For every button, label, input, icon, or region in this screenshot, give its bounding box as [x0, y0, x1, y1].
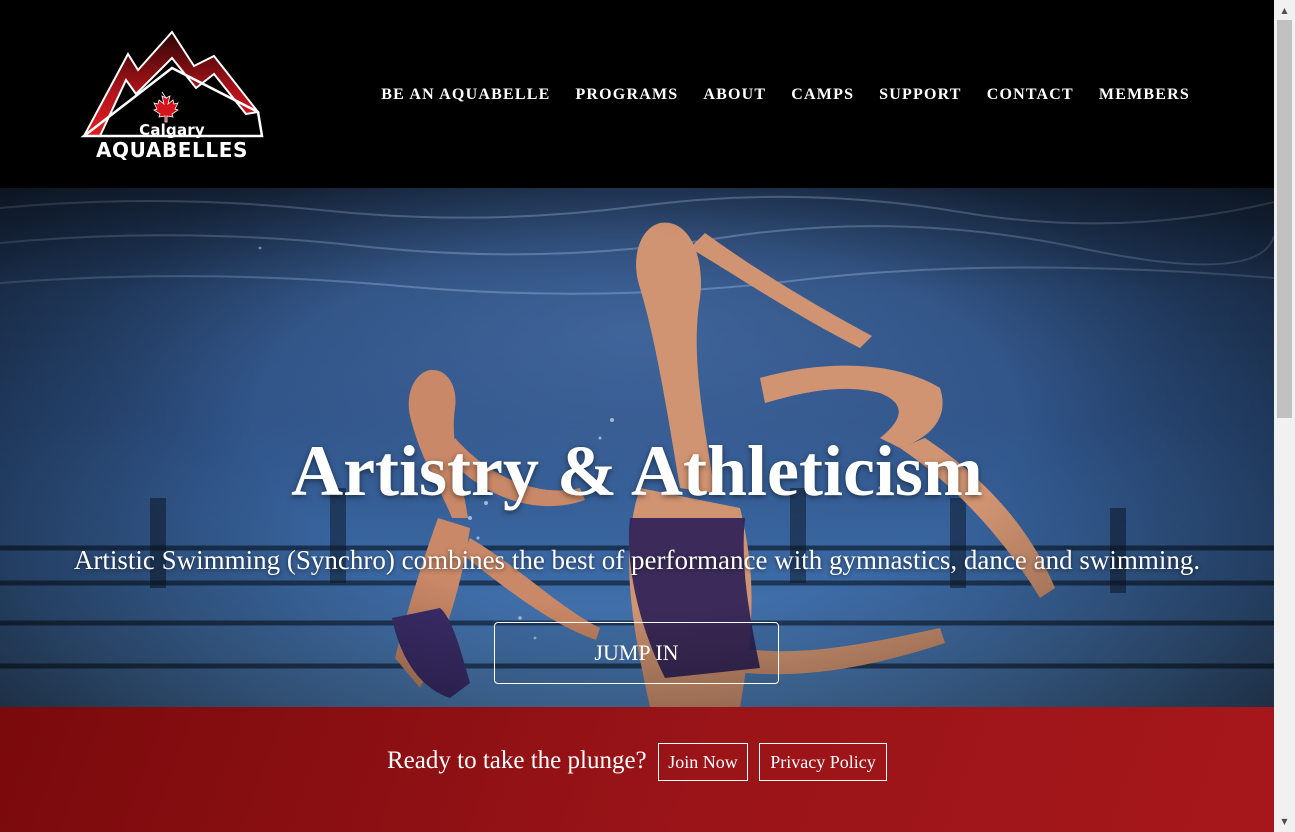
- join-now-button[interactable]: Join Now: [658, 743, 748, 781]
- site-header: Calgary AQUABELLES BE AN AQUABELLE PROGR…: [0, 0, 1274, 188]
- privacy-policy-button[interactable]: Privacy Policy: [759, 743, 887, 781]
- nav-members[interactable]: MEMBERS: [1099, 86, 1190, 104]
- nav-programs[interactable]: PROGRAMS: [575, 86, 678, 104]
- triangle-up-icon[interactable]: ▲: [1274, 2, 1295, 19]
- nav-be-an-aquabelle[interactable]: BE AN AQUABELLE: [381, 86, 550, 104]
- nav-about[interactable]: ABOUT: [703, 86, 766, 104]
- logo-text-calgary: Calgary: [139, 121, 205, 139]
- logo-text-aquabelles: AQUABELLES: [95, 138, 249, 162]
- nav-contact[interactable]: CONTACT: [987, 86, 1074, 104]
- triangle-down-icon[interactable]: ▼: [1274, 813, 1295, 830]
- nav-camps[interactable]: CAMPS: [791, 86, 854, 104]
- cta-banner: Ready to take the plunge? Join Now Priva…: [0, 707, 1274, 832]
- hero-title: Artistry & Athleticism: [291, 431, 983, 511]
- vertical-scrollbar[interactable]: ▲ ▼: [1274, 0, 1295, 832]
- nav-support[interactable]: SUPPORT: [879, 86, 962, 104]
- main-nav: BE AN AQUABELLE PROGRAMS ABOUT CAMPS SUP…: [381, 86, 1190, 104]
- scrollbar-thumb[interactable]: [1277, 20, 1292, 418]
- hero-banner: Artistry & Athleticism Artistic Swimming…: [0, 188, 1274, 707]
- cta-text: Ready to take the plunge?: [387, 747, 647, 774]
- hero-subtitle: Artistic Swimming (Synchro) combines the…: [73, 545, 1201, 575]
- maple-leaf-icon: [153, 91, 179, 123]
- jump-in-button[interactable]: JUMP IN: [494, 622, 779, 684]
- aquabelles-logo[interactable]: Calgary AQUABELLES: [76, 28, 268, 164]
